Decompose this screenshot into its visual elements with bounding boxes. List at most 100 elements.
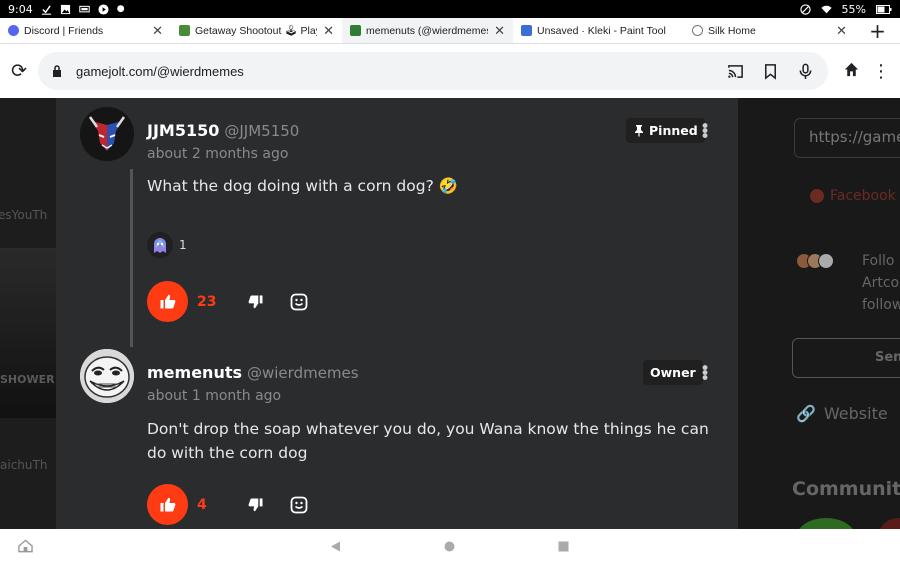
tab-strip: Discord | Friends ✕ Getaway Shootout 🕹 P… [0, 18, 900, 44]
globe-icon [692, 25, 703, 36]
reaction-count: 1 [179, 238, 187, 252]
comment-timestamp[interactable]: about 1 month ago [147, 388, 281, 404]
add-reaction-button[interactable] [285, 288, 313, 316]
pin-icon [635, 125, 643, 137]
community-avatar [796, 518, 856, 529]
thumbs-up-icon [160, 294, 175, 309]
new-tab-button[interactable]: + [855, 18, 900, 43]
battery-text: 55% [841, 2, 866, 16]
author-handle[interactable]: @JJM5150 [224, 122, 299, 140]
tab-title: Discord | Friends [24, 24, 104, 37]
website-link: 🔗 Website [796, 404, 888, 423]
trollface-icon [80, 349, 134, 403]
page-content: esYouTh SHOWER aichuTh https://game Face… [0, 98, 900, 529]
wifi-icon [820, 5, 832, 13]
comment-menu-icon[interactable]: • • • [700, 361, 710, 388]
tab-discord[interactable]: Discord | Friends ✕ [0, 18, 171, 43]
reaction-emoji [147, 232, 173, 258]
owner-badge: Owner [643, 360, 703, 385]
right-background: https://game Facebook Follo Artco follow… [738, 98, 900, 529]
lock-icon [53, 65, 61, 77]
comment: JJM5150 @JJM5150 about 2 months ago Pinne… [80, 107, 720, 347]
home-button[interactable] [836, 61, 866, 82]
avatar[interactable] [80, 349, 134, 403]
pinned-badge: Pinned [626, 118, 705, 143]
discord-favicon-icon [8, 25, 19, 36]
demon-mask-icon [80, 107, 134, 161]
reload-icon[interactable]: ⟳ [0, 60, 38, 82]
bookmark-icon[interactable] [762, 63, 779, 80]
close-tab-icon[interactable]: ✕ [323, 23, 334, 39]
bg-text: esYouTh [0, 208, 48, 222]
website-label: Website [823, 404, 888, 423]
comment-actions: 23 [147, 281, 313, 322]
tab-title: Getaway Shootout 🕹 Play G [195, 25, 317, 37]
system-nav-bar [0, 529, 900, 563]
facebook-link: Facebook [810, 188, 896, 204]
ghost-emoji-icon [154, 238, 166, 253]
facebook-label: Facebook [830, 188, 896, 204]
comment-timestamp[interactable]: about 2 months ago [147, 146, 288, 162]
game-favicon-icon [179, 25, 190, 36]
toolbar: ⟳ gamejolt.com/@wierdmemes ⋮ [0, 44, 900, 98]
microphone-icon[interactable] [797, 63, 814, 80]
recents-icon[interactable] [558, 541, 569, 552]
image-icon [60, 4, 70, 14]
comment-text: What the dog doing with a corn dog? 🤣 [147, 177, 459, 195]
status-bar: 9:04 ● 55% [0, 0, 900, 18]
avatar[interactable] [80, 107, 134, 161]
tab-title: memenuts (@wierdmemes) [366, 24, 489, 37]
add-reaction-icon [290, 293, 308, 310]
add-reaction-button[interactable] [285, 491, 313, 519]
home-icon [844, 62, 858, 76]
send-button: Sen [792, 338, 900, 378]
follow-text: Follo Artco follow [862, 253, 900, 313]
tab-silk-home[interactable]: Silk Home ✕ [684, 18, 855, 43]
bg-text: SHOWER [0, 373, 55, 386]
reaction[interactable]: 1 [147, 232, 187, 258]
comment-menu-icon[interactable]: • • • [700, 119, 710, 146]
thumbs-down-icon [248, 497, 262, 511]
like-count: 4 [197, 496, 207, 513]
thumbs-down-icon [248, 294, 262, 308]
bg-thumbnail [0, 248, 56, 418]
link-icon: 🔗 [796, 404, 816, 423]
dislike-button[interactable] [241, 288, 269, 316]
comment-author[interactable]: memenuts @wierdmemes [147, 363, 359, 382]
close-tab-icon[interactable]: ✕ [152, 23, 163, 39]
tab-title: Silk Home [708, 24, 756, 37]
kleki-favicon-icon [521, 25, 532, 36]
author-name[interactable]: JJM5150 [147, 121, 219, 140]
left-background: esYouTh SHOWER aichuTh [0, 98, 56, 529]
badge-label: Owner [650, 365, 696, 380]
play-icon [98, 3, 109, 15]
assistant-home-icon[interactable] [18, 539, 33, 553]
author-handle[interactable]: @wierdmemes [247, 364, 359, 382]
follower-avatars [796, 253, 834, 269]
home-nav-icon[interactable] [444, 541, 455, 552]
address-bar[interactable]: gamejolt.com/@wierdmemes [38, 52, 828, 90]
badge-label: Pinned [649, 123, 698, 138]
tab-memenuts[interactable]: memenuts (@wierdmemes) ✕ [342, 18, 513, 43]
gamejolt-favicon-icon [350, 25, 361, 36]
browser-menu-icon[interactable]: ⋮ [866, 61, 896, 82]
cast-icon[interactable] [727, 63, 744, 80]
like-button[interactable] [147, 281, 188, 322]
tab-getaway-shootout[interactable]: Getaway Shootout 🕹 Play G ✕ [171, 18, 342, 43]
dnd-icon [799, 3, 811, 15]
back-icon[interactable] [330, 541, 341, 552]
dot-icon: ● [116, 4, 125, 14]
like-button[interactable] [147, 484, 188, 525]
tab-kleki[interactable]: Unsaved · Kleki - Paint Tool [513, 18, 684, 43]
download-done-icon [41, 4, 51, 15]
comment: memenuts @wierdmemes about 1 month ago Ow… [80, 349, 720, 529]
thumbs-up-icon [160, 497, 175, 512]
author-name[interactable]: memenuts [147, 363, 242, 382]
close-tab-icon[interactable]: ✕ [836, 23, 847, 39]
comment-author[interactable]: JJM5150 @JJM5150 [147, 121, 299, 140]
status-time: 9:04 [8, 2, 33, 16]
dislike-button[interactable] [241, 491, 269, 519]
url-text[interactable]: gamejolt.com/@wierdmemes [76, 64, 727, 79]
thread-line [130, 169, 133, 347]
close-tab-icon[interactable]: ✕ [494, 23, 505, 39]
